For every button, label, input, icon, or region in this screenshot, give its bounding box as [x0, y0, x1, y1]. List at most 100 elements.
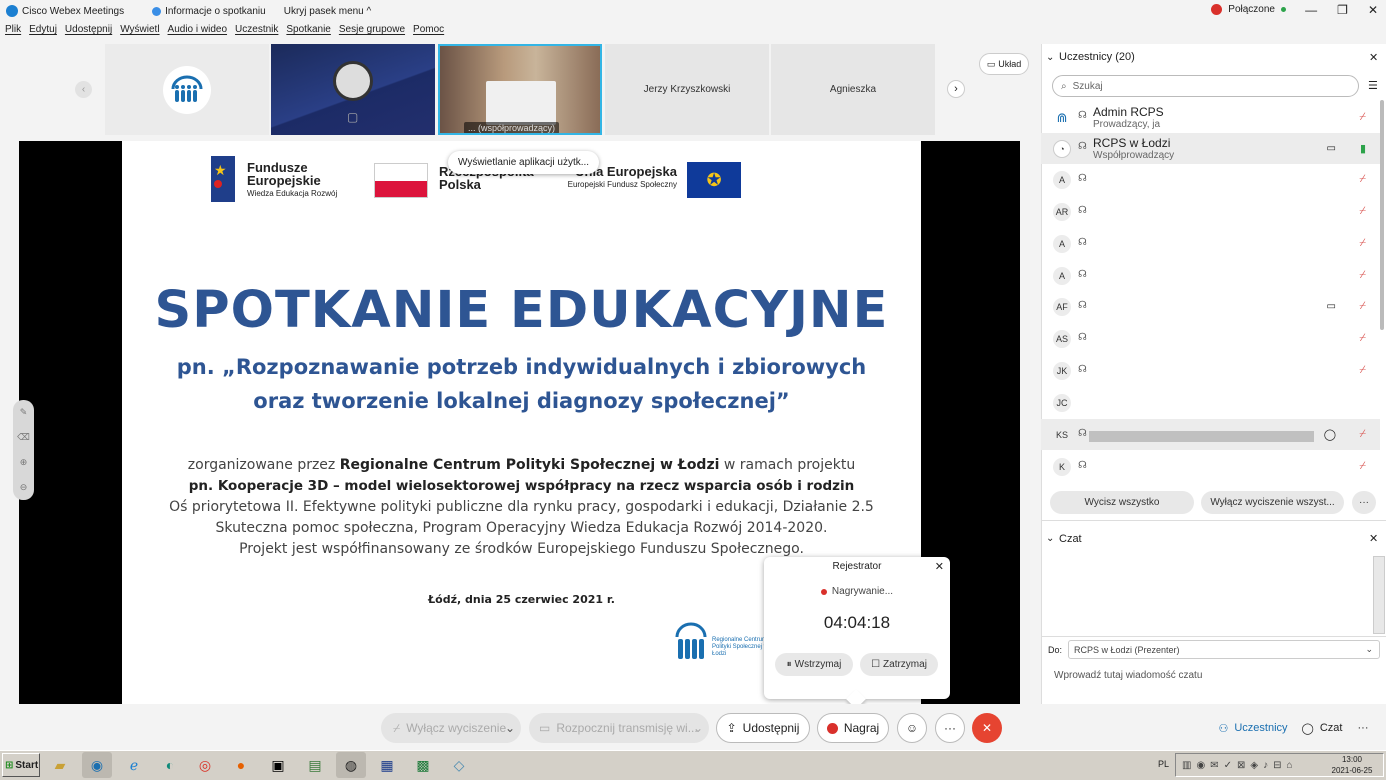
menu-audio-wideo[interactable]: Audio i wideo [168, 24, 227, 42]
tray-icon[interactable]: ⌂ [1286, 760, 1292, 771]
chat-scrollbar[interactable] [1373, 556, 1385, 634]
more-options-button[interactable]: ··· [935, 713, 965, 743]
video-icon[interactable]: ▭ [1327, 143, 1336, 154]
webex-task-icon[interactable]: ◉ [82, 752, 112, 778]
file-explorer-icon[interactable]: ▰ [45, 752, 75, 778]
stop-recording-button[interactable]: ☐ Zatrzymaj [860, 653, 938, 676]
tray-icon[interactable]: ◈ [1250, 760, 1258, 771]
tray-icon[interactable]: ✓ [1224, 760, 1232, 771]
excel-icon[interactable]: ▩ [408, 752, 438, 778]
muted-mic-icon[interactable]: ⌿ [1359, 300, 1366, 313]
participants-collapse-icon[interactable]: ⌄ [1046, 52, 1054, 63]
hide-menu-bar-button[interactable]: Ukryj pasek menu ^ [284, 6, 372, 17]
trash-icon[interactable]: ⌫ [17, 432, 30, 443]
chat-toggle-button[interactable]: ◯ Czat [1298, 713, 1346, 743]
participants-more-button[interactable]: ··· [1352, 491, 1376, 514]
edge-icon[interactable]: ◐ [155, 752, 185, 778]
participant-row[interactable]: AS ☊ ⌿ [1041, 323, 1380, 354]
clock[interactable]: 13:00 2021-06-25 [1324, 754, 1380, 776]
menu-uczestnik[interactable]: Uczestnik [235, 24, 278, 42]
menu-edytuj[interactable]: Edytuj [29, 24, 57, 42]
language-indicator[interactable]: PL [1158, 759, 1169, 769]
muted-mic-icon[interactable]: ⌿ [1359, 173, 1366, 186]
participant-row[interactable]: A ☊ ⌿ [1041, 164, 1380, 195]
participants-scrollbar[interactable] [1380, 100, 1384, 330]
video-icon[interactable]: ▭ [1327, 301, 1336, 312]
thumb-prev-button[interactable]: ‹ [75, 81, 92, 98]
zoom-in-icon[interactable]: ⊕ [20, 457, 28, 468]
recorder-close-button[interactable]: ✕ [935, 560, 944, 573]
obs-task-icon[interactable]: ◍ [336, 752, 366, 778]
meeting-info-link[interactable]: Informacje o spotkaniu [165, 6, 266, 17]
volume-icon[interactable]: ♪ [1263, 760, 1268, 771]
thumb-jerzy[interactable]: Jerzy Krzyszkowski [605, 44, 769, 135]
chrome-icon[interactable]: ◎ [190, 752, 220, 778]
tray-icon[interactable]: ⊠ [1237, 760, 1245, 771]
app-icon[interactable]: ▤ [300, 752, 330, 778]
thumb-agnieszka[interactable]: Agnieszka [771, 44, 935, 135]
chevron-down-icon[interactable]: ⌄ [505, 721, 515, 735]
panel-more-button[interactable]: ··· [1350, 713, 1376, 743]
tray-icon[interactable]: ✉ [1210, 760, 1218, 771]
participants-toggle-button[interactable]: ⚇ Uczestnicy [1213, 713, 1293, 743]
participant-row[interactable]: JK ☊ ⌿ [1041, 355, 1380, 386]
thumb-next-button[interactable]: › [947, 80, 965, 98]
thumb-video-cohost[interactable]: ... (współprowadzący) [438, 44, 602, 135]
chat-recipient-select[interactable]: RCPS w Łodzi (Prezenter) ⌄ [1068, 640, 1380, 659]
menu-pomoc[interactable]: Pomoc [413, 24, 444, 42]
thumb-rcps-logo[interactable] [105, 44, 269, 135]
participant-row[interactable]: KS ☊ ◯ ⌿ [1041, 419, 1380, 450]
participant-row[interactable]: JC [1041, 387, 1380, 418]
start-button[interactable]: ⊞ Start [2, 753, 40, 777]
terminal-icon[interactable]: ▣ [263, 752, 293, 778]
menu-wyswietl[interactable]: Wyświetl [120, 24, 159, 42]
ie-icon[interactable]: ℯ [119, 752, 149, 778]
menu-plik[interactable]: Plik [5, 24, 21, 42]
muted-mic-icon[interactable]: ⌿ [1359, 237, 1366, 250]
active-mic-icon[interactable]: ▮ [1360, 142, 1366, 155]
participant-row[interactable]: AR ☊ ⌿ [1041, 196, 1380, 227]
tray-icon[interactable]: ◉ [1196, 760, 1205, 771]
muted-mic-icon[interactable]: ⌿ [1359, 364, 1366, 377]
thumb-obs[interactable]: ▢ [271, 44, 435, 135]
chat-close-button[interactable]: ✕ [1369, 532, 1378, 545]
participant-row[interactable]: ⋒ ☊ Admin RCPS Prowadzący, ja ⌿ [1041, 102, 1380, 133]
leave-meeting-button[interactable]: ✕ [972, 713, 1002, 743]
minimize-button[interactable]: — [1305, 3, 1317, 17]
participant-row[interactable]: ◔ ☊ RCPS w Łodzi Współprowadzący ▭ ▮ [1041, 133, 1380, 164]
muted-mic-icon[interactable]: ⌿ [1359, 428, 1366, 441]
unmute-button[interactable]: ⌿ Wyłącz wyciszenie ⌄ [381, 713, 521, 743]
reactions-button[interactable]: ☺ [897, 713, 927, 743]
app2-icon[interactable]: ◇ [444, 752, 474, 778]
menu-udostepnij[interactable]: Udostępnij [65, 24, 112, 42]
participant-row[interactable]: A ☊ ⌿ [1041, 228, 1380, 259]
chevron-down-icon[interactable]: ⌄ [693, 721, 703, 735]
unmute-all-button[interactable]: Wyłącz wyciszenie wszyst... [1201, 491, 1344, 514]
chat-bubble-icon[interactable]: ◯ [1324, 428, 1336, 441]
muted-mic-icon[interactable]: ⌿ [1359, 332, 1366, 345]
mute-all-button[interactable]: Wycisz wszystko [1050, 491, 1194, 514]
participant-row[interactable]: AF ☊ ▭ ⌿ [1041, 291, 1380, 322]
muted-mic-icon[interactable]: ⌿ [1359, 269, 1366, 282]
firefox-icon[interactable]: ● [226, 752, 256, 778]
muted-mic-icon[interactable]: ⌿ [1359, 111, 1366, 124]
connection-status[interactable]: Połączone [1211, 4, 1286, 15]
menu-sesje-grupowe[interactable]: Sesje grupowe [339, 24, 405, 42]
record-button[interactable]: Nagraj [817, 713, 889, 743]
start-video-button[interactable]: ▭ Rozpocznij transmisję wi... ⌄ [529, 713, 709, 743]
maximize-button[interactable]: ❐ [1337, 3, 1348, 17]
network-icon[interactable]: ⊟ [1273, 760, 1281, 771]
zoom-out-icon[interactable]: ⊖ [20, 482, 28, 493]
save-icon[interactable]: ▦ [372, 752, 402, 778]
chat-collapse-icon[interactable]: ⌄ [1046, 533, 1054, 544]
chat-message-input[interactable]: Wprowadź tutaj wiadomość czatu [1054, 670, 1202, 681]
menu-spotkanie[interactable]: Spotkanie [286, 24, 330, 42]
pause-recording-button[interactable]: ⏸ Wstrzymaj [775, 653, 853, 676]
share-button[interactable]: ⇪ Udostępnij [716, 713, 810, 743]
tray-icon[interactable]: ▥ [1182, 760, 1191, 771]
participant-row[interactable]: A ☊ ⌿ [1041, 260, 1380, 291]
participant-search-input[interactable]: ⌕ Szukaj [1052, 75, 1359, 97]
sort-list-icon[interactable]: ☰ [1368, 79, 1378, 92]
participant-row[interactable]: K ☊ ⌿ [1041, 451, 1380, 482]
participants-close-button[interactable]: ✕ [1369, 51, 1378, 64]
